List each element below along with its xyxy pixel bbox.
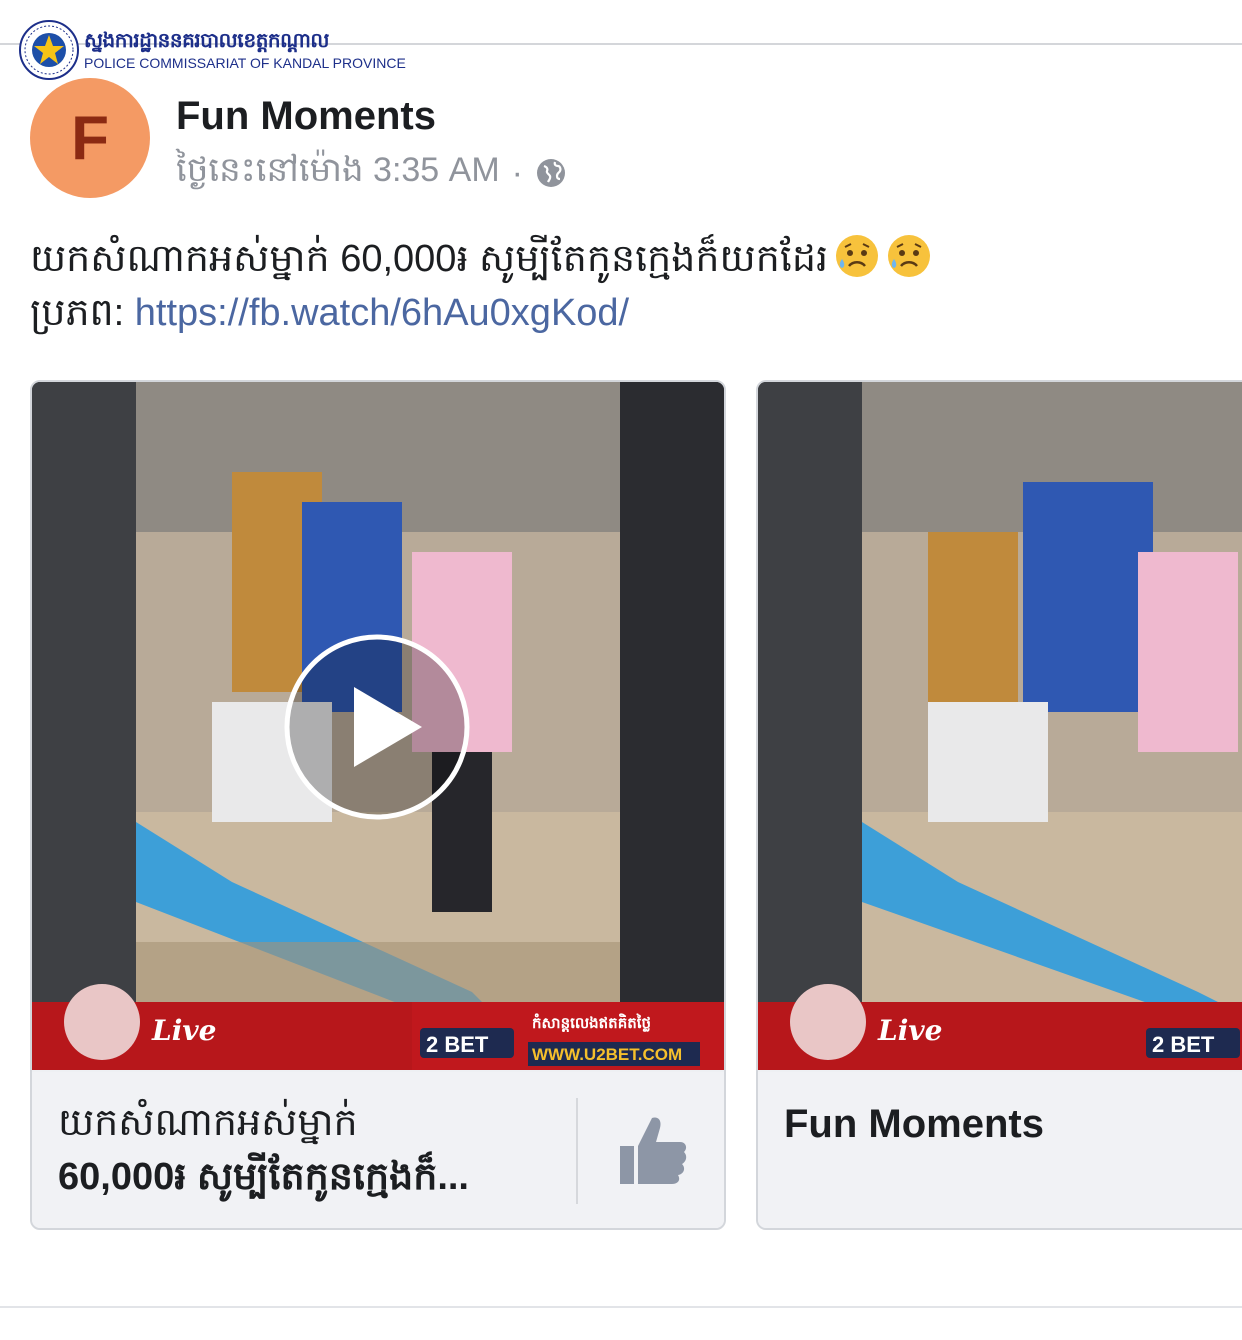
ad-brand: 2 BET [426, 1032, 489, 1057]
caption-divider [576, 1098, 578, 1204]
video-thumbnail[interactable]: Live 2 BET WWW.U2BET.COM កំសាន្តលេងឥតគិត… [32, 382, 724, 1070]
video-thumbnail-2[interactable]: Live 2 BET [758, 382, 1242, 1070]
thumbs-up-icon[interactable] [618, 1112, 688, 1188]
ad-brand-2: 2 BET [1152, 1032, 1215, 1057]
post-bottom-divider [0, 1306, 1242, 1308]
source-link[interactable]: https://fb.watch/6hAu0xgKod/ [135, 292, 629, 334]
sad-sweat-emoji-icon [836, 235, 879, 277]
source-label: ប្រភព: [30, 292, 135, 334]
post-line-2: ប្រភព: https://fb.watch/6hAu0xgKod/ [30, 286, 932, 340]
card-title[interactable]: យកសំណាកអស់ម្នាក់ 60,000៛ សូម្បីតែកូនក្មេ… [58, 1096, 558, 1204]
video-card-2[interactable]: Live 2 BET Fun Moments [756, 380, 1242, 1230]
post-text: យកសំណាកអស់ម្នាក់ 60,000៛ សូម្បីតែកូនក្មេ… [30, 238, 829, 280]
page-name-link[interactable]: Fun Moments [176, 94, 436, 139]
card-title-line-2: 60,000៛ សូម្បីតែកូនក្មេងក៏... [58, 1156, 469, 1198]
card-2-title[interactable]: Fun Moments [784, 1102, 1044, 1147]
watermark-org-en: POLICE COMMISSARIAT OF KANDAL PROVINCE [84, 55, 406, 71]
card-caption-2[interactable]: Fun Moments [758, 1072, 1242, 1228]
card-caption[interactable]: យកសំណាកអស់ម្នាក់ 60,000៛ សូម្បីតែកូនក្មេ… [32, 1072, 724, 1228]
police-seal-icon [19, 20, 79, 80]
watermark: ស្នងការដ្ឋាននគរបាលខេត្តកណ្តាល POLICE COM… [18, 20, 406, 80]
globe-icon[interactable] [535, 157, 567, 189]
avatar-letter: F [71, 103, 109, 173]
play-icon[interactable] [282, 632, 472, 822]
watermark-org-kh: ស្នងការដ្ឋាននគរបាលខេត្តកណ្តាល [84, 28, 329, 52]
card-title-line-1: យកសំណាកអស់ម្នាក់ [58, 1102, 358, 1144]
post-line-1: យកសំណាកអស់ម្នាក់ 60,000៛ សូម្បីតែកូនក្មេ… [30, 232, 932, 286]
page-avatar[interactable]: F [30, 78, 150, 198]
post-meta: ថ្ងៃនេះនៅម៉ោង 3:35 AM · [176, 148, 567, 198]
ad-live-label-2: Live [878, 1014, 943, 1047]
post-timestamp[interactable]: ថ្ងៃនេះនៅម៉ោង 3:35 AM [176, 148, 500, 198]
ad-live-label: Live [152, 1014, 217, 1047]
video-scene-2 [758, 382, 1242, 1070]
sad-sweat-emoji-icon [888, 235, 931, 277]
video-card[interactable]: Live 2 BET WWW.U2BET.COM កំសាន្តលេងឥតគិត… [30, 380, 726, 1230]
ad-tagline: កំសាន្តលេងឥតគិតថ្លៃ [532, 1014, 652, 1032]
meta-separator: · [511, 153, 523, 192]
post-body: យកសំណាកអស់ម្នាក់ 60,000៛ សូម្បីតែកូនក្មេ… [30, 232, 932, 340]
ad-url: WWW.U2BET.COM [532, 1045, 683, 1064]
